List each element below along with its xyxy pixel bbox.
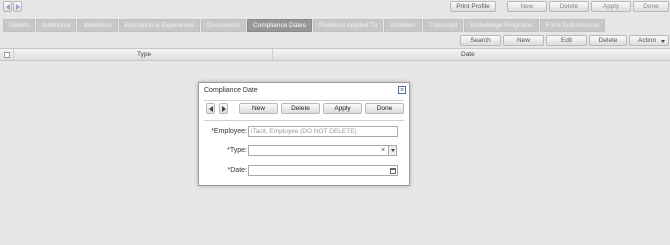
search-button[interactable]: Search [460,35,501,46]
dialog-divider [204,120,404,121]
tab-transcript[interactable]: Transcript [422,19,464,32]
date-input[interactable] [248,165,398,176]
tab-identifiers[interactable]: Identifiers [77,19,118,32]
tab-education-experience[interactable]: Education & Experience [118,19,201,32]
tab-bar: Details Additional Identifiers Education… [3,19,606,32]
tab-activities[interactable]: Activities [384,19,422,32]
calendar-glyph [389,167,396,174]
close-icon[interactable]: × [398,86,406,94]
arrow-left-icon [208,105,213,112]
dialog-next-button[interactable] [219,103,228,114]
compliance-date-dialog: Compliance Date × New Delete Apply Done … [198,82,410,186]
dialog-apply-button[interactable]: Apply [323,103,362,114]
select-all-checkbox[interactable] [4,52,10,58]
next-record-button[interactable] [13,1,22,12]
chevron-down-icon [390,149,395,152]
grid-divider [272,49,273,60]
type-label: *Type: [227,147,247,154]
clear-icon[interactable]: × [379,145,387,156]
grid-edit-button[interactable]: Edit [546,35,587,46]
prev-record-button[interactable] [3,1,12,12]
chevron-down-icon [661,40,665,43]
dialog-delete-button[interactable]: Delete [281,103,320,114]
new-button[interactable]: New [507,1,547,12]
tab-documents[interactable]: Documents [201,19,246,32]
dialog-divider [204,100,404,101]
action-menu-label: Action [638,37,657,44]
grid-new-button[interactable]: New [503,35,544,46]
tab-form-submissions[interactable]: Form Submissions [539,19,606,32]
action-menu-button[interactable]: Action [629,35,669,46]
print-profile-button[interactable]: Print Profile [450,1,496,12]
type-dropdown-button[interactable] [388,145,397,156]
tab-positions-applied-to[interactable]: Positions Applied To [313,19,384,32]
type-select[interactable] [248,145,389,156]
grid-header: Type Date [0,48,670,61]
calendar-icon[interactable] [388,165,397,176]
dialog-done-button[interactable]: Done [365,103,404,114]
grid-delete-button[interactable]: Delete [589,35,627,46]
delete-button[interactable]: Delete [549,1,589,12]
tab-knowledge-programs[interactable]: Knowledge Programs [464,19,539,32]
grid-divider [13,49,14,60]
apply-button[interactable]: Apply [591,1,631,12]
column-header-type[interactable]: Type [137,51,151,58]
dialog-title: Compliance Date [204,87,258,94]
date-label: *Date: [227,167,247,174]
tab-details[interactable]: Details [3,19,35,32]
employee-field: iTacit, Employee (DO NOT DELETE) [248,126,398,137]
tab-compliance-dates[interactable]: Compliance Dates [246,19,312,32]
arrow-right-icon [221,105,226,112]
arrow-right-icon [15,3,20,10]
dialog-new-button[interactable]: New [239,103,278,114]
column-header-date[interactable]: Date [461,51,475,58]
employee-label: *Employee: [211,128,247,135]
dialog-prev-button[interactable] [206,103,215,114]
done-button[interactable]: Done [633,1,669,12]
tab-additional[interactable]: Additional [35,19,77,32]
arrow-left-icon [5,3,10,10]
